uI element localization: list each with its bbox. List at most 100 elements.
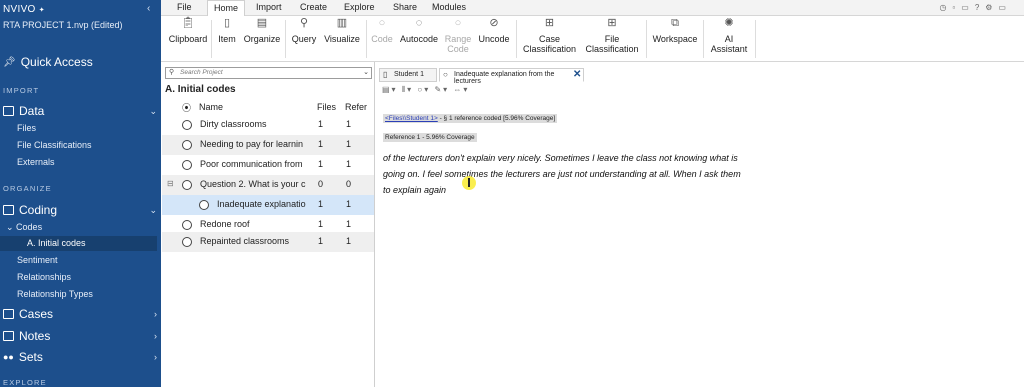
coding-icon bbox=[3, 205, 14, 215]
file-link[interactable]: <Files\\Student 1> bbox=[385, 115, 438, 122]
select-all-icon[interactable]: ⦿ bbox=[182, 101, 191, 114]
case-classification-label: Case Classification bbox=[522, 34, 577, 54]
workspace-button[interactable]: ⧉ Workspace bbox=[651, 18, 699, 45]
ribbon-divider bbox=[211, 20, 212, 58]
tab-student-1[interactable]: ▯ Student 1 bbox=[379, 68, 437, 82]
file-classification-button[interactable]: ⊞ File Classification bbox=[584, 17, 640, 55]
sidebar-group-sets[interactable]: ●● Sets › bbox=[3, 349, 157, 365]
ribbon-divider bbox=[285, 20, 286, 58]
sidebar-group-data[interactable]: Data ⌄ bbox=[3, 103, 157, 119]
code-button[interactable]: ○ Code bbox=[370, 18, 394, 45]
uncode-icon: ⊘ bbox=[489, 17, 499, 29]
cases-icon bbox=[3, 309, 14, 319]
table-row[interactable]: ⊟ Question 2. What is your c 0 0 bbox=[162, 175, 374, 195]
collapse-sidebar-button[interactable]: ‹ bbox=[147, 3, 150, 14]
tab-explore[interactable]: Explore bbox=[344, 2, 375, 12]
node-radio-icon[interactable] bbox=[182, 140, 192, 150]
window-controls[interactable]: ◷▫▭?⚙▭ bbox=[939, 3, 1012, 12]
tab-home[interactable]: Home bbox=[207, 0, 246, 16]
tab-share[interactable]: Share bbox=[393, 2, 417, 12]
tab-modules[interactable]: Modules bbox=[432, 2, 466, 12]
tab-file[interactable]: File bbox=[177, 2, 192, 12]
quick-access-label: Quick Access bbox=[20, 55, 93, 69]
collapse-node-icon[interactable]: ⊟ bbox=[167, 179, 174, 188]
range-code-button[interactable]: ○ Range Code bbox=[443, 17, 473, 55]
autocode-button[interactable]: ◌ Autocode bbox=[397, 18, 441, 45]
navigation-sidebar: NVIVO ✦ ‹ RTA PROJECT 1.nvp (Edited) 📌︎ … bbox=[0, 0, 161, 387]
tab-create[interactable]: Create bbox=[300, 2, 327, 12]
node-radio-icon[interactable] bbox=[182, 220, 192, 230]
column-header-refs[interactable]: Refer bbox=[345, 102, 367, 112]
search-project-input[interactable]: ⚲ Search Project ⌄ bbox=[165, 67, 372, 79]
node-files: 1 bbox=[318, 119, 324, 129]
sidebar-group-notes[interactable]: Notes › bbox=[3, 328, 157, 344]
uncode-button[interactable]: ⊘ Uncode bbox=[476, 17, 512, 45]
sidebar-item-externals[interactable]: Externals bbox=[17, 157, 55, 167]
ai-assistant-button[interactable]: ✺ AI Assistant bbox=[709, 18, 749, 55]
table-row[interactable]: Poor communication from 1 1 bbox=[162, 155, 374, 175]
range-code-icon: ○ bbox=[454, 17, 462, 29]
document-toolbar[interactable]: ▤▾ ⫴▾ ○▾ ✎▾ ⇔▾ bbox=[382, 85, 469, 95]
query-icon: ⚲ bbox=[299, 17, 309, 29]
visualize-button[interactable]: ▥ Visualize bbox=[321, 17, 363, 45]
column-header-name[interactable]: Name bbox=[199, 102, 223, 112]
sidebar-group-coding[interactable]: Coding ⌄ bbox=[3, 202, 157, 218]
case-classification-button[interactable]: ⊞ Case Classification bbox=[522, 17, 577, 55]
home-ribbon: 📋︎ Clipboard ▯ Item ▤ Organize ⚲ Query ▥… bbox=[161, 16, 1024, 62]
ribbon-divider bbox=[366, 20, 367, 58]
query-button[interactable]: ⚲ Query bbox=[289, 17, 319, 45]
close-icon[interactable]: ✕ bbox=[573, 69, 581, 80]
node-radio-icon[interactable] bbox=[182, 237, 192, 247]
visualize-icon: ▥ bbox=[336, 17, 348, 29]
node-name: Inadequate explanatio bbox=[217, 199, 306, 209]
table-row[interactable]: Repainted classrooms 1 1 bbox=[162, 232, 374, 252]
table-header: ⦿ Name Files Refer bbox=[162, 100, 374, 115]
sidebar-item-relationships[interactable]: Relationships bbox=[17, 272, 71, 282]
chevron-down-icon: ⌄ bbox=[149, 105, 157, 116]
sets-icon: ●● bbox=[3, 352, 14, 362]
sidebar-item-relationship-types[interactable]: Relationship Types bbox=[17, 289, 93, 299]
table-row-selected[interactable]: Inadequate explanatio 1 1 bbox=[162, 195, 374, 215]
initial-codes-label: A. Initial codes bbox=[27, 238, 86, 248]
column-header-files[interactable]: Files bbox=[317, 102, 336, 112]
ribbon-divider bbox=[516, 20, 517, 58]
case-classification-icon: ⊞ bbox=[544, 17, 555, 29]
list-title: A. Initial codes bbox=[165, 84, 236, 95]
data-group-label: Data bbox=[19, 104, 45, 118]
item-button[interactable]: ▯ Item bbox=[216, 18, 238, 45]
pin-icon: 📌︎ bbox=[3, 56, 16, 68]
clipboard-button[interactable]: 📋︎ Clipboard bbox=[167, 18, 209, 45]
tab-import[interactable]: Import bbox=[256, 2, 282, 12]
node-refs: 1 bbox=[346, 119, 352, 129]
sidebar-item-file-classifications[interactable]: File Classifications bbox=[17, 140, 92, 150]
sidebar-item-codes[interactable]: ⌄ Codes bbox=[6, 222, 42, 233]
node-radio-icon[interactable] bbox=[182, 180, 192, 190]
node-refs: 1 bbox=[346, 159, 352, 169]
visualize-label: Visualize bbox=[324, 34, 360, 44]
ribbon-divider bbox=[703, 20, 704, 58]
node-name: Poor communication from bbox=[200, 159, 303, 169]
node-radio-icon[interactable] bbox=[182, 120, 192, 130]
node-radio-icon[interactable] bbox=[182, 160, 192, 170]
item-label: Item bbox=[218, 34, 236, 44]
sidebar-item-sentiment[interactable]: Sentiment bbox=[17, 255, 58, 265]
search-placeholder: Search Project bbox=[180, 69, 223, 76]
quick-access-link[interactable]: 📌︎ Quick Access bbox=[3, 53, 159, 71]
table-row[interactable]: Needing to pay for learnin 1 1 bbox=[162, 135, 374, 155]
notes-icon bbox=[3, 331, 14, 341]
node-files: 1 bbox=[318, 236, 324, 246]
ribbon-divider bbox=[755, 20, 756, 58]
query-label: Query bbox=[291, 34, 317, 44]
tab-inadequate-explanation[interactable]: ○ Inadequate explanation from the lectur… bbox=[439, 68, 584, 85]
sidebar-item-initial-codes[interactable]: A. Initial codes bbox=[0, 236, 157, 251]
node-files: 1 bbox=[318, 219, 324, 229]
sidebar-group-cases[interactable]: Cases › bbox=[3, 306, 157, 322]
sidebar-item-files[interactable]: Files bbox=[17, 123, 36, 133]
organize-button[interactable]: ▤ Organize bbox=[242, 18, 282, 45]
chevron-down-icon[interactable]: ⌄ bbox=[363, 68, 369, 78]
node-radio-icon[interactable] bbox=[199, 200, 209, 210]
table-row[interactable]: Dirty classrooms 1 1 bbox=[162, 115, 374, 135]
file-classification-icon: ⊞ bbox=[607, 17, 617, 29]
coded-text[interactable]: of the lecturers don't explain very nice… bbox=[383, 150, 743, 198]
node-refs: 1 bbox=[346, 219, 352, 229]
